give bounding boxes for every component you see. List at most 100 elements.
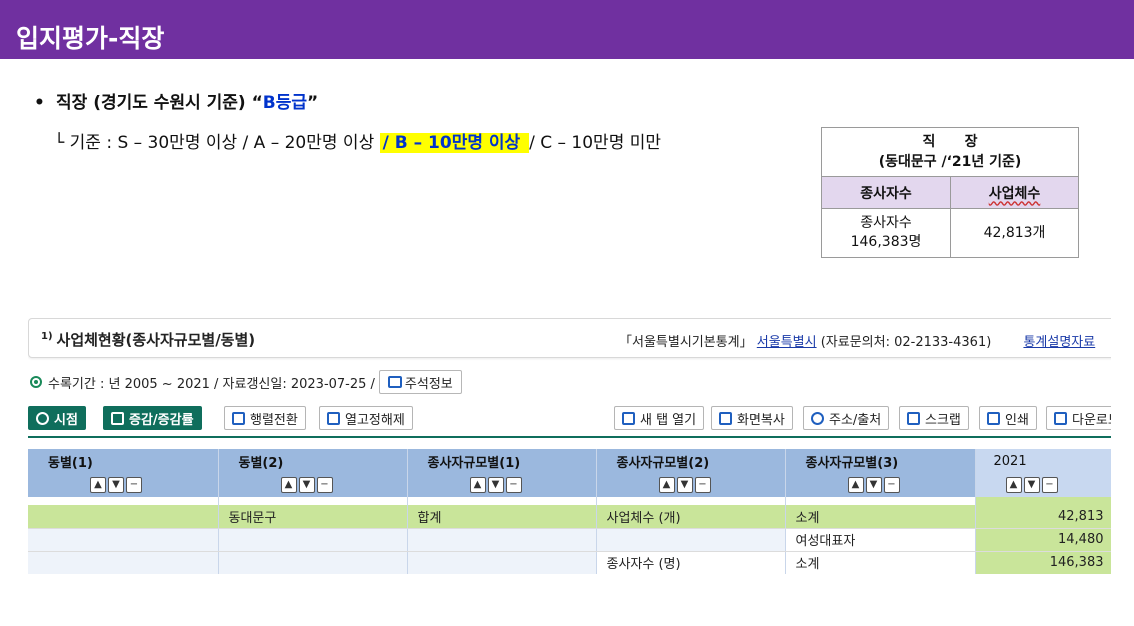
criteria-highlight: / B – 10만명 이상 [379, 133, 530, 153]
summary-col2-value: 42,813개 [950, 208, 1079, 258]
data-grid: 동별(1) 동별(2) 종사자규모별(1) 종사자규모별(2) 종사자규모별(3… [28, 449, 1111, 574]
cell: 소계 [785, 551, 976, 574]
sort-up-icon[interactable]: ▲ [469, 477, 486, 493]
screen-copy-button[interactable]: 화면복사 [711, 406, 793, 430]
sort-up-icon[interactable]: ▲ [280, 477, 297, 493]
bullet-dot: • [34, 93, 45, 113]
sort-up-icon[interactable]: ▲ [1005, 477, 1022, 493]
source-org-link[interactable]: 서울특별시 [757, 335, 817, 350]
scrap-button[interactable]: 스크랩 [899, 406, 969, 430]
bullet-line: • 직장 (경기도 수원시 기준) “B등급” [34, 88, 318, 113]
sort-down-icon[interactable]: ▼ [487, 477, 504, 493]
summary-title-cell: 직 장 (동대문구 /‘21년 기준) [821, 127, 1079, 177]
clock-icon [36, 411, 49, 425]
sort-controls: ▲ ▼ − [28, 473, 219, 497]
link-icon [811, 411, 824, 425]
cell [28, 528, 219, 552]
source-label: 「서울특별시기본통계」 [619, 335, 753, 350]
summary-col1-header: 종사자수 [821, 176, 951, 209]
grid-control-row: ▲ ▼ − ▲ ▼ − ▲ ▼ − ▲ ▼ − ▲ ▼ − ▲ ▼ − [28, 473, 1111, 497]
table-row: 종사자수 (명) 소계 146,383 [28, 551, 1111, 574]
sort-down-icon[interactable]: ▼ [108, 477, 124, 493]
summary-title-line2: (동대문구 /‘21년 기준) [878, 154, 1022, 170]
value-cell: 14,480 [975, 528, 1111, 552]
cell: 사업체수 (개) [596, 505, 786, 529]
summary-title-line1: 직 장 [922, 134, 978, 150]
grid-scroll-gap [28, 497, 1111, 505]
cell: 합계 [407, 505, 597, 529]
unfix-icon [327, 411, 340, 425]
cell [596, 528, 786, 552]
col-header-size3[interactable]: 종사자규모별(3) [785, 449, 976, 473]
toolbar: 시점 증감/증감률 행렬전환 열고정해제 새 탭 열기 화면복사 주소/출처 스… [28, 406, 1111, 430]
cell: 종사자수 (명) [596, 551, 786, 574]
criteria-line: └ 기준 : S – 30만명 이상 / A – 20만명 이상 / B – 1… [54, 128, 661, 153]
print-button[interactable]: 인쇄 [979, 406, 1037, 430]
bullet-end-quote: ” [307, 93, 319, 113]
grade-label: B등급 [262, 93, 308, 113]
collapse-icon[interactable]: − [1041, 477, 1058, 493]
collapse-icon[interactable]: − [883, 477, 900, 493]
sort-up-icon[interactable]: ▲ [90, 477, 106, 493]
sort-up-icon[interactable]: ▲ [847, 477, 864, 493]
explain-link[interactable]: 통계설명자료 [1023, 335, 1095, 350]
sort-controls: ▲ ▼ − [785, 473, 976, 497]
copy-icon [719, 411, 732, 425]
download-icon [1054, 411, 1067, 425]
criteria-suffix: / C – 10만명 미만 [529, 133, 662, 153]
bookmark-icon [907, 411, 920, 425]
new-tab-icon [622, 411, 635, 425]
note-info-button[interactable]: 주석정보 [378, 370, 462, 394]
col-header-dong1[interactable]: 동별(1) [28, 449, 219, 473]
comment-icon [387, 376, 402, 388]
change-rate-button[interactable]: 증감/증감률 [103, 406, 202, 430]
table-row: 여성대표자 14,480 [28, 528, 1111, 552]
collapse-icon[interactable]: − [694, 477, 711, 493]
summary-table: 직 장 (동대문구 /‘21년 기준) 종사자수 사업체수 종사자수 146,3… [821, 127, 1079, 258]
new-tab-button[interactable]: 새 탭 열기 [614, 406, 705, 430]
period-line: 수록기간 : 년 2005 ~ 2021 / 자료갱신일: 2023-07-25… [30, 370, 462, 394]
cell [218, 528, 408, 552]
value-cell: 42,813 [975, 505, 1111, 529]
collapse-icon[interactable]: − [505, 477, 522, 493]
source-contact: (자료문의처: 02-2133-4361) [820, 335, 992, 350]
stats-title: 1) 사업체현황(종사자규모별/동별) [41, 331, 256, 349]
sort-down-icon[interactable]: ▼ [1023, 477, 1040, 493]
criteria-prefix: └ 기준 : S – 30만명 이상 / A – 20만명 이상 [54, 133, 380, 153]
sort-up-icon[interactable]: ▲ [658, 477, 675, 493]
cell [407, 528, 597, 552]
transpose-icon [232, 411, 245, 425]
period-text: 수록기간 : 년 2005 ~ 2021 / 자료갱신일: 2023-07-25… [48, 376, 375, 392]
table-row: 동대문구 합계 사업체수 (개) 소계 42,813 [28, 505, 1111, 529]
stats-title-box: 1) 사업체현황(종사자규모별/동별) 「서울특별시기본통계」 서울특별시 (자료… [28, 318, 1111, 358]
sort-down-icon[interactable]: ▼ [865, 477, 882, 493]
bullet-text: 직장 (경기도 수원시 기준) “ [56, 93, 263, 113]
sort-down-icon[interactable]: ▼ [298, 477, 315, 493]
sort-controls: ▲ ▼ − [596, 473, 786, 497]
slide-title: 입지평가-직장 [16, 24, 165, 53]
cell: 여성대표자 [785, 528, 976, 552]
stats-footnote: 1) [41, 331, 53, 342]
col-header-year[interactable]: 2021 [975, 449, 1111, 473]
chart-icon [111, 411, 124, 425]
col-header-dong2[interactable]: 동별(2) [218, 449, 408, 473]
cell: 동대문구 [218, 505, 408, 529]
cell [218, 551, 408, 574]
sort-controls: ▲ ▼ − [975, 473, 1111, 497]
address-source-button[interactable]: 주소/출처 [803, 406, 890, 430]
transpose-button[interactable]: 행렬전환 [224, 406, 306, 430]
download-button[interactable]: 다운로드 [1046, 406, 1111, 430]
sort-down-icon[interactable]: ▼ [676, 477, 693, 493]
col-header-size1[interactable]: 종사자규모별(1) [407, 449, 597, 473]
cell: 소계 [785, 505, 976, 529]
unfix-column-button[interactable]: 열고정해제 [319, 406, 413, 430]
stats-source: 「서울특별시기본통계」 서울특별시 (자료문의처: 02-2133-4361) … [619, 331, 1095, 350]
collapse-icon[interactable]: − [126, 477, 142, 493]
col-header-size2[interactable]: 종사자규모별(2) [596, 449, 786, 473]
value-cell: 146,383 [975, 551, 1111, 574]
summary-col2-header: 사업체수 [950, 176, 1079, 209]
time-button[interactable]: 시점 [28, 406, 86, 430]
grid-header-row: 동별(1) 동별(2) 종사자규모별(1) 종사자규모별(2) 종사자규모별(3… [28, 449, 1111, 473]
collapse-icon[interactable]: − [316, 477, 333, 493]
summary-col1-value: 종사자수 146,383명 [821, 208, 951, 258]
